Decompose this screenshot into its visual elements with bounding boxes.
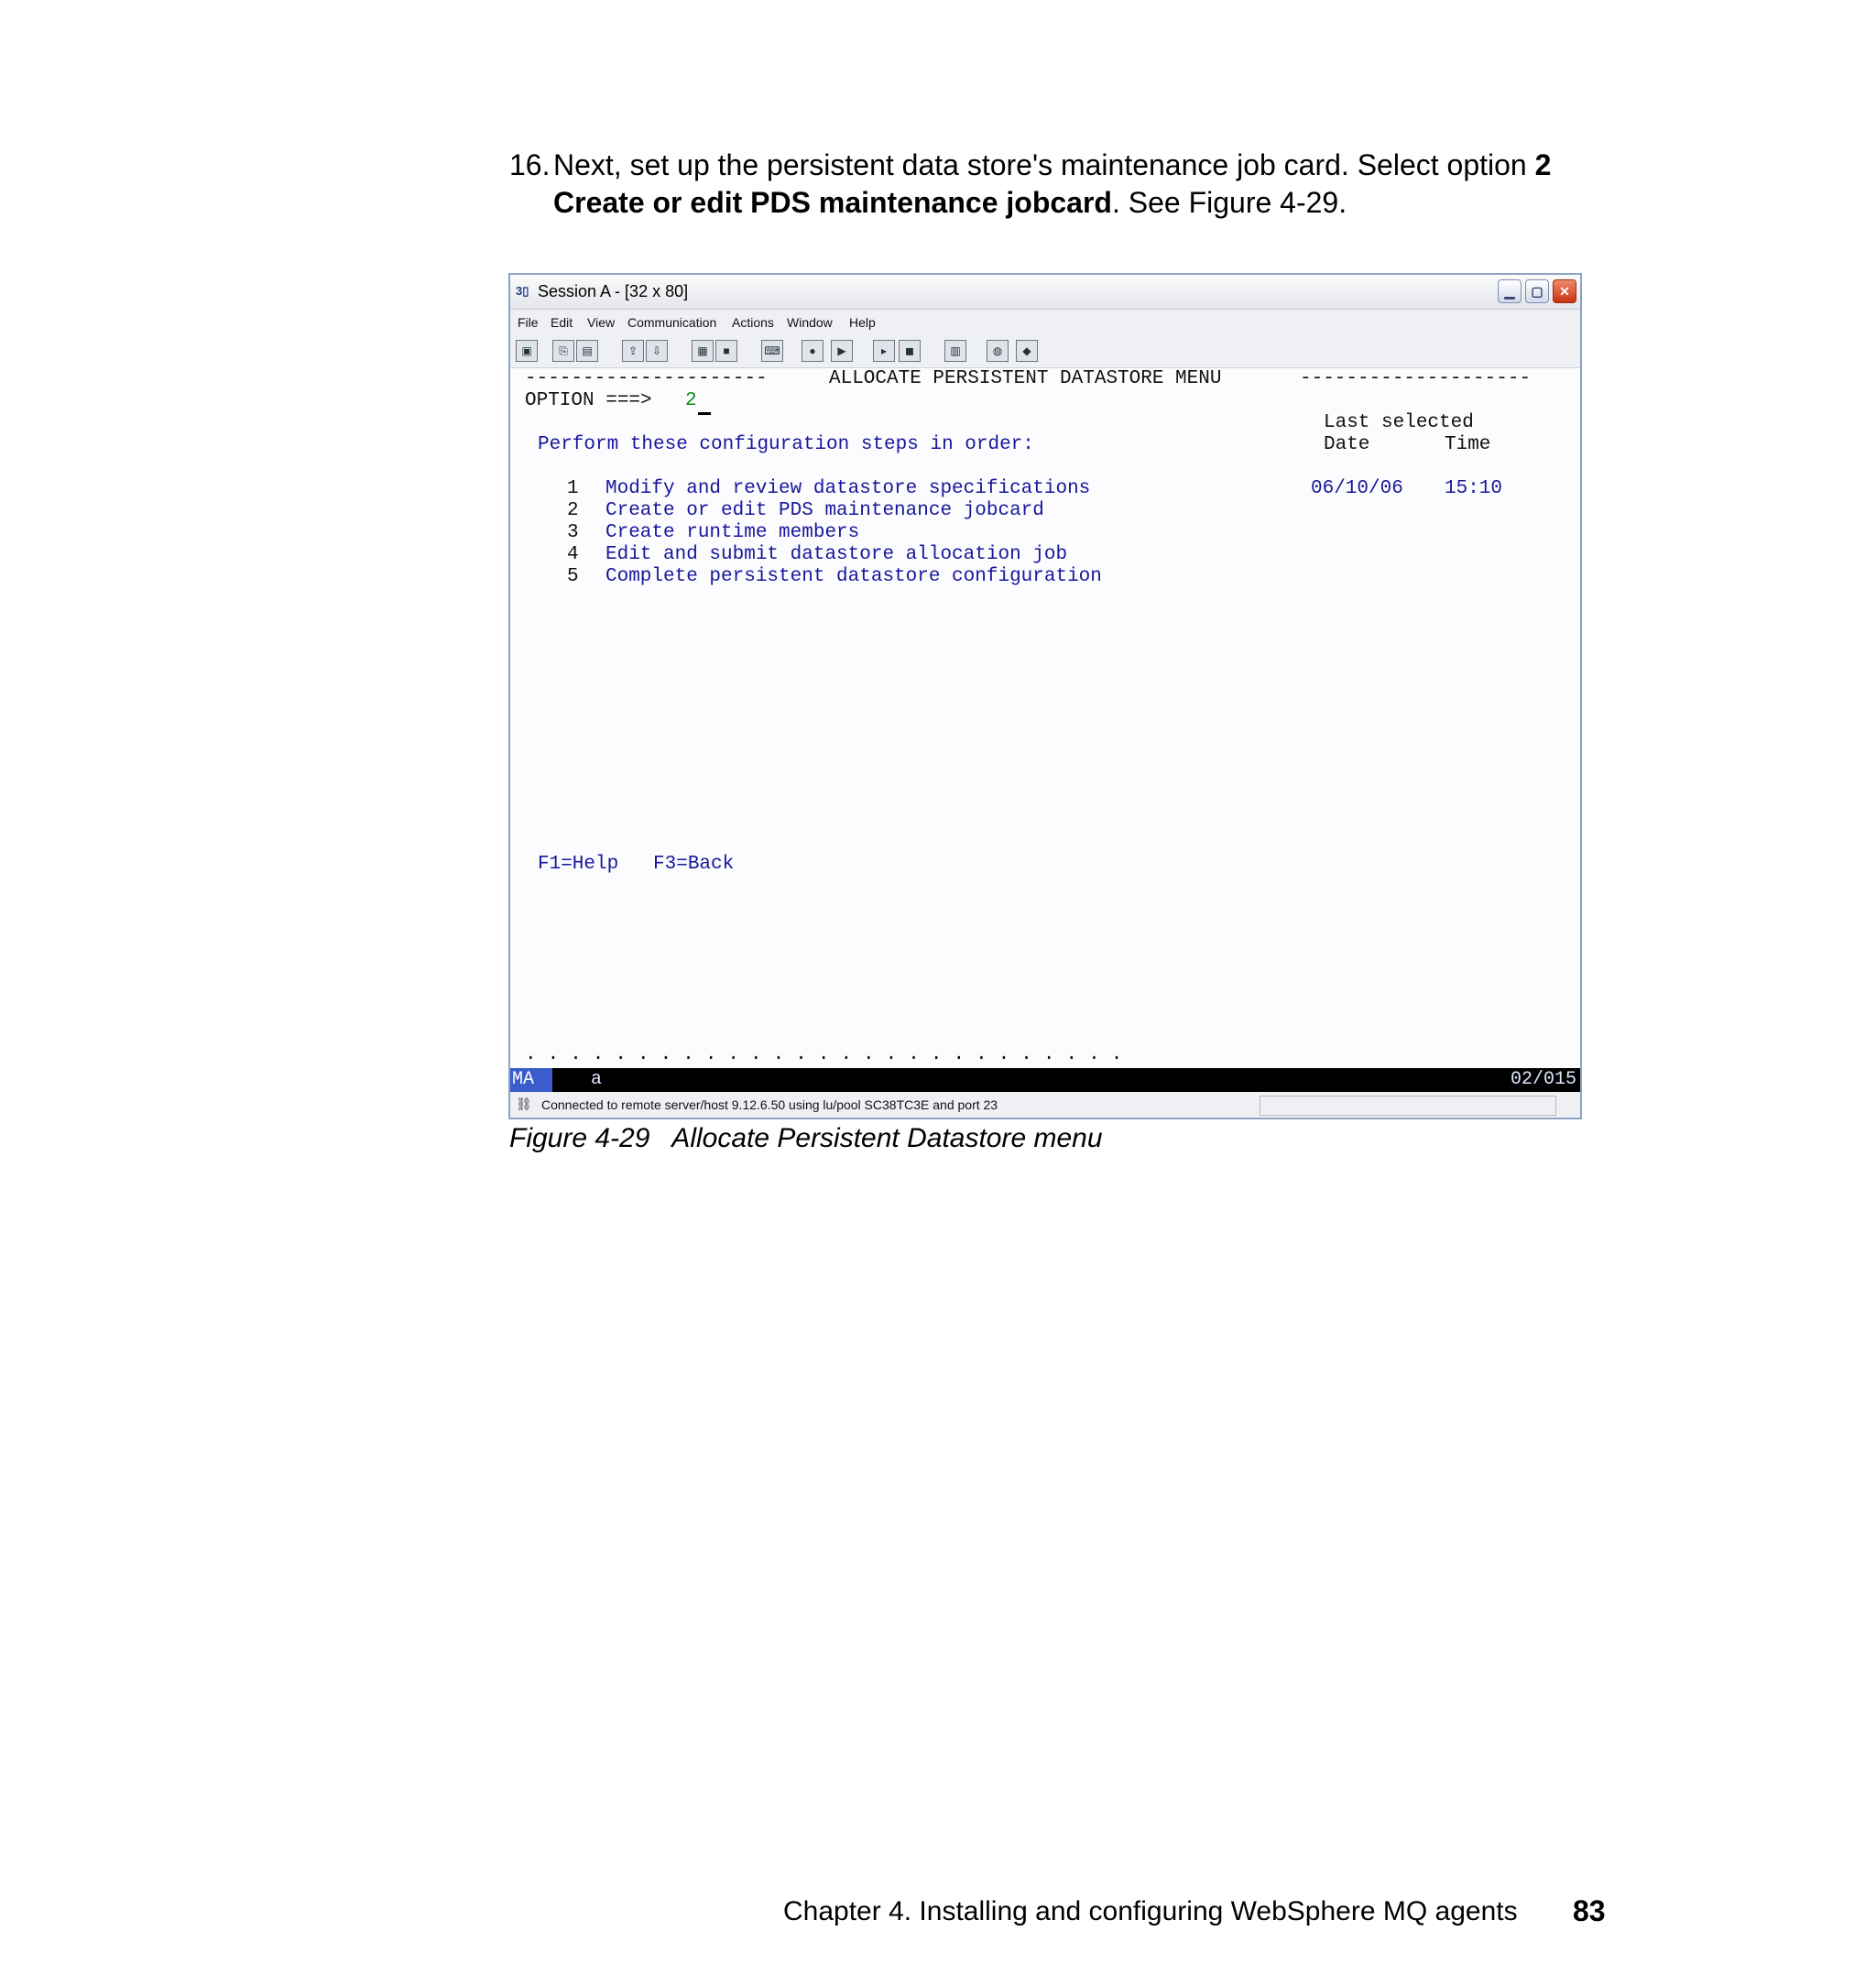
menu-window[interactable]: Window: [787, 315, 833, 330]
menu-view[interactable]: View: [587, 315, 615, 330]
terminal-screen[interactable]: --------------------- ALLOCATE PERSISTEN…: [510, 368, 1580, 1079]
color-icon[interactable]: ■: [715, 340, 737, 362]
oia-indicator: a: [591, 1069, 603, 1090]
operator-info-area: MA a 02/015: [510, 1068, 1580, 1092]
connection-icon: ⛓: [516, 1097, 532, 1111]
menu-edit[interactable]: Edit: [551, 315, 573, 330]
instruction-step: 16. Next, set up the persistent data sto…: [509, 147, 1609, 222]
close-button[interactable]: ✕: [1553, 279, 1576, 303]
display-icon[interactable]: ▦: [692, 340, 714, 362]
screen-dots-row: . . . . . . . . . . . . . . . . . . . . …: [525, 1044, 1123, 1065]
screen-title: ALLOCATE PERSISTENT DATASTORE MENU: [829, 368, 1222, 389]
play-macro-icon[interactable]: ▶: [831, 340, 853, 362]
option-prompt: OPTION ===>: [525, 390, 652, 411]
window-title: Session A - [32 x 80]: [538, 282, 689, 300]
minimize-button[interactable]: ▁: [1498, 279, 1522, 303]
menu-communication[interactable]: Communication: [627, 315, 716, 330]
customize-icon[interactable]: ◆: [1016, 340, 1038, 362]
time-header: Time: [1445, 434, 1491, 455]
last-selected-label: Last selected: [1324, 412, 1474, 433]
step-5-label[interactable]: Complete persistent datastore configurat…: [605, 566, 1102, 587]
step-text: Next, set up the persistent data store's…: [509, 147, 1609, 222]
screen-instruction: Perform these configuration steps in ord…: [538, 434, 1034, 455]
web-icon[interactable]: ◍: [987, 340, 1009, 362]
oia-mode: MA: [510, 1068, 552, 1092]
function-keys[interactable]: F1=Help F3=Back: [538, 854, 734, 875]
emulator-window: 3▯ Session A - [32 x 80] ▁ ▢ ✕ File Edit…: [508, 273, 1582, 1119]
header-dashes-left: ---------------------: [525, 368, 768, 389]
send-file-icon[interactable]: ⇪: [622, 340, 644, 362]
step-4-number: 4: [567, 544, 579, 565]
menu-bar: File Edit View Communication Actions Win…: [510, 310, 1580, 335]
page-number: 83: [1573, 1894, 1606, 1927]
paste-icon[interactable]: ▤: [576, 340, 598, 362]
menu-file[interactable]: File: [518, 315, 539, 330]
session-icon: 3▯: [516, 284, 529, 298]
status-bar: ⛓ Connected to remote server/host 9.12.6…: [510, 1092, 1580, 1118]
clipboard-icon[interactable]: ▥: [944, 340, 966, 362]
start-macro-icon[interactable]: ▸: [873, 340, 895, 362]
option-input[interactable]: 2: [685, 390, 697, 411]
print-screen-icon[interactable]: ▣: [516, 340, 538, 362]
step-2-label[interactable]: Create or edit PDS maintenance jobcard: [605, 500, 1044, 521]
step-4-label[interactable]: Edit and submit datastore allocation job: [605, 544, 1067, 565]
maximize-button[interactable]: ▢: [1525, 279, 1549, 303]
date-header: Date: [1324, 434, 1370, 455]
step-2-number: 2: [567, 500, 579, 521]
toolbar: ▣ ⎘ ▤ ⇪ ⇩ ▦ ■ ⌨ ● ▶ ▸ ◼ ▥ ◍ ◆: [510, 335, 1580, 368]
chapter-footer: Chapter 4. Installing and configuring We…: [783, 1896, 1518, 1926]
cursor-position: 02/015: [1510, 1069, 1576, 1090]
stop-macro-icon[interactable]: ◼: [899, 340, 921, 362]
step-5-number: 5: [567, 566, 579, 587]
step-text-after: . See Figure 4-29.: [1111, 186, 1347, 219]
title-bar[interactable]: 3▯ Session A - [32 x 80] ▁ ▢ ✕: [510, 275, 1580, 310]
record-macro-icon[interactable]: ●: [802, 340, 823, 362]
text-cursor: [698, 412, 711, 415]
step-number: 16.: [509, 148, 551, 181]
step-1-time: 15:10: [1445, 478, 1503, 499]
menu-actions[interactable]: Actions: [732, 315, 774, 330]
step-1-number: 1: [567, 478, 579, 499]
menu-help[interactable]: Help: [849, 315, 876, 330]
receive-file-icon[interactable]: ⇩: [646, 340, 668, 362]
header-dashes-right: --------------------: [1300, 368, 1532, 389]
keyboard-map-icon[interactable]: ⌨: [761, 340, 783, 362]
copy-icon[interactable]: ⎘: [552, 340, 574, 362]
step-text-before: Next, set up the persistent data store's…: [553, 148, 1535, 181]
status-pane: [1260, 1096, 1556, 1116]
step-3-number: 3: [567, 522, 579, 543]
step-1-label[interactable]: Modify and review datastore specificatio…: [605, 478, 1090, 499]
figure-caption: Figure 4-29 Allocate Persistent Datastor…: [509, 1123, 1103, 1153]
connection-status: Connected to remote server/host 9.12.6.5…: [541, 1097, 998, 1112]
step-1-date: 06/10/06: [1311, 478, 1403, 499]
step-3-label[interactable]: Create runtime members: [605, 522, 859, 543]
